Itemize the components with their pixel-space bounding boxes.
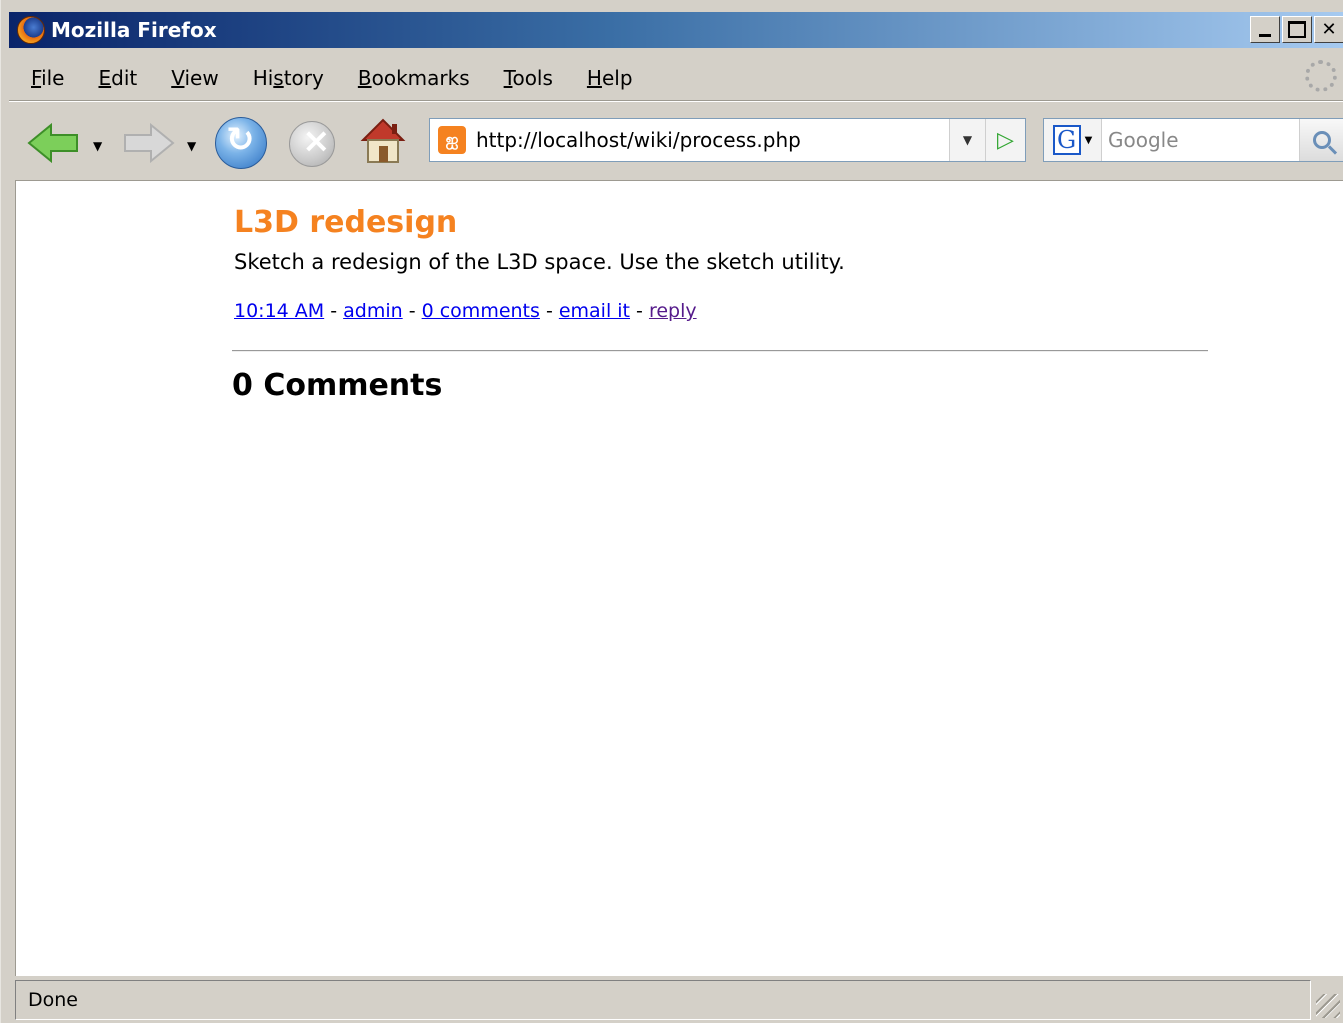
- menu-tools[interactable]: Tools: [486, 66, 569, 90]
- status-bar: Done: [15, 980, 1311, 1020]
- menu-bar: File Edit View History Bookmarks Tools H…: [13, 58, 649, 98]
- back-history-dropdown-icon[interactable]: ▼: [93, 139, 102, 153]
- post-title: L3D redesign: [234, 205, 458, 240]
- engine-dropdown-icon: ▼: [1084, 134, 1093, 146]
- title-bar: Mozilla Firefox ✕: [9, 12, 1343, 48]
- post-author-link[interactable]: admin: [343, 300, 403, 322]
- post-body: Sketch a redesign of the L3D space. Use …: [234, 250, 845, 274]
- url-text[interactable]: http://localhost/wiki/process.php: [476, 128, 949, 152]
- google-engine-icon: G: [1052, 125, 1081, 155]
- meta-separator: -: [402, 300, 422, 322]
- maximize-button[interactable]: [1282, 16, 1312, 43]
- search-bar[interactable]: G ▼ Google: [1043, 118, 1343, 162]
- reload-button[interactable]: [215, 117, 267, 169]
- home-icon: [360, 118, 406, 163]
- close-button[interactable]: ✕: [1314, 16, 1343, 43]
- meta-separator: -: [324, 300, 344, 322]
- divider: [232, 350, 1208, 352]
- menu-help-label: Help: [586, 66, 633, 90]
- search-button[interactable]: [1299, 119, 1343, 161]
- magnifier-icon: [1312, 131, 1331, 149]
- post-comments-link[interactable]: 0 comments: [422, 300, 540, 322]
- url-bar[interactable]: ஐ http://localhost/wiki/process.php ▼ ▷: [429, 118, 1026, 162]
- go-button[interactable]: ▷: [985, 119, 1025, 161]
- status-text: Done: [28, 989, 78, 1011]
- menu-bookmarks[interactable]: Bookmarks: [340, 66, 486, 90]
- meta-separator: -: [539, 300, 559, 322]
- menu-separator: [9, 100, 1343, 102]
- forward-button[interactable]: [121, 120, 175, 166]
- menu-edit[interactable]: Edit: [80, 66, 153, 90]
- firefox-logo-icon: [17, 16, 45, 44]
- window-controls: ✕: [1250, 16, 1343, 43]
- throbber-icon: [1305, 60, 1337, 92]
- menu-edit-label: Edit: [98, 66, 138, 90]
- post-time-link[interactable]: 10:14 AM: [234, 300, 324, 322]
- comments-heading: 0 Comments: [232, 368, 443, 403]
- resize-grip-icon[interactable]: [1316, 994, 1340, 1018]
- menu-view-label: View: [171, 66, 219, 90]
- go-arrow-icon: ▷: [997, 127, 1014, 153]
- menu-help[interactable]: Help: [569, 66, 649, 90]
- search-input[interactable]: Google: [1102, 128, 1299, 152]
- site-favicon-icon: ஐ: [438, 126, 466, 154]
- search-engine-selector[interactable]: G ▼: [1044, 119, 1102, 161]
- menu-tools-label: Tools: [503, 66, 553, 90]
- menu-history[interactable]: History: [235, 66, 340, 90]
- minimize-button[interactable]: [1250, 16, 1280, 43]
- forward-history-dropdown-icon[interactable]: ▼: [187, 139, 196, 153]
- page-content: L3D redesign Sketch a redesign of the L3…: [15, 180, 1343, 976]
- back-button[interactable]: [27, 120, 81, 166]
- close-icon: ✕: [1321, 19, 1337, 40]
- menu-bookmarks-label: Bookmarks: [357, 66, 470, 90]
- forward-arrow-icon: [124, 123, 175, 163]
- back-arrow-icon: [27, 123, 78, 163]
- post-meta: 10:14 AM - admin - 0 comments - email it…: [232, 300, 1208, 322]
- post: L3D redesign Sketch a redesign of the L3…: [232, 205, 1208, 403]
- meta-separator: -: [630, 300, 649, 322]
- post-email-link[interactable]: email it: [559, 300, 630, 322]
- home-button[interactable]: [359, 116, 407, 166]
- menu-file-label: File: [31, 66, 65, 90]
- stop-button[interactable]: [289, 121, 335, 167]
- menu-history-label: History: [252, 66, 324, 90]
- menu-view[interactable]: View: [153, 66, 234, 90]
- post-reply-link[interactable]: reply: [649, 300, 697, 322]
- url-history-dropdown-icon[interactable]: ▼: [949, 119, 985, 161]
- menu-file[interactable]: File: [13, 66, 80, 90]
- window-title: Mozilla Firefox: [51, 18, 217, 42]
- navigation-toolbar: ▼ ▼ ஐ http://localhost/wiki/process.php …: [9, 104, 1343, 178]
- browser-window: Mozilla Firefox ✕ File Edit View History…: [0, 0, 1343, 1023]
